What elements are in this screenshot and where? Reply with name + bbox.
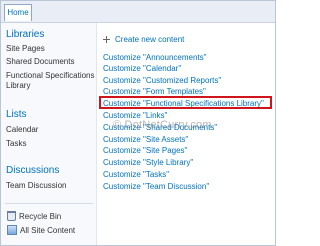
all-site-content-link[interactable]: All Site Content <box>7 225 75 235</box>
recycle-bin-label: Recycle Bin <box>19 211 62 221</box>
customize-team-discussion-link[interactable]: Customize "Team Discussion" <box>103 182 209 192</box>
nav-heading-lists[interactable]: Lists <box>6 109 27 120</box>
recycle-bin-link[interactable]: Recycle Bin <box>7 211 61 221</box>
customize-announcements-link[interactable]: Customize "Announcements" <box>103 53 207 63</box>
nav-item-tasks[interactable]: Tasks <box>6 139 26 149</box>
recycle-bin-icon <box>7 211 16 221</box>
customize-site-assets-link[interactable]: Customize "Site Assets" <box>103 135 188 145</box>
all-site-content-icon <box>7 225 17 235</box>
nav-heading-discussions[interactable]: Discussions <box>6 165 59 176</box>
nav-item-team-discussion[interactable]: Team Discussion <box>6 181 66 191</box>
watermark-text: © DotNetCurry.com <box>113 119 212 131</box>
customize-style-library-link[interactable]: Customize "Style Library" <box>103 158 193 168</box>
nav-divider <box>5 203 93 204</box>
nav-heading-libraries[interactable]: Libraries <box>6 29 44 40</box>
customize-customized-reports-link[interactable]: Customize "Customized Reports" <box>103 76 221 86</box>
main-content: Create new content Customize "Announceme… <box>98 23 274 245</box>
left-navigation: Libraries Site Pages Shared Documents Fu… <box>1 23 97 245</box>
create-new-content-link[interactable]: Create new content <box>103 35 184 44</box>
nav-item-shared-documents[interactable]: Shared Documents <box>6 57 74 67</box>
all-site-content-label: All Site Content <box>20 225 76 235</box>
nav-item-functional-specifications-library[interactable]: Library <box>6 81 30 91</box>
tab-home[interactable]: Home <box>4 4 32 21</box>
plus-icon <box>103 36 110 43</box>
nav-item-calendar[interactable]: Calendar <box>6 125 38 135</box>
top-tab-bar: Home <box>1 1 275 23</box>
create-new-content-label: Create new content <box>115 35 185 44</box>
customize-site-pages-link[interactable]: Customize "Site Pages" <box>103 146 187 156</box>
customize-tasks-link[interactable]: Customize "Tasks" <box>103 170 169 180</box>
highlight-box <box>99 96 272 109</box>
customize-calendar-link[interactable]: Customize "Calendar" <box>103 64 181 74</box>
nav-item-functional-specifications[interactable]: Functional Specifications <box>6 71 95 81</box>
nav-item-site-pages[interactable]: Site Pages <box>6 44 45 54</box>
